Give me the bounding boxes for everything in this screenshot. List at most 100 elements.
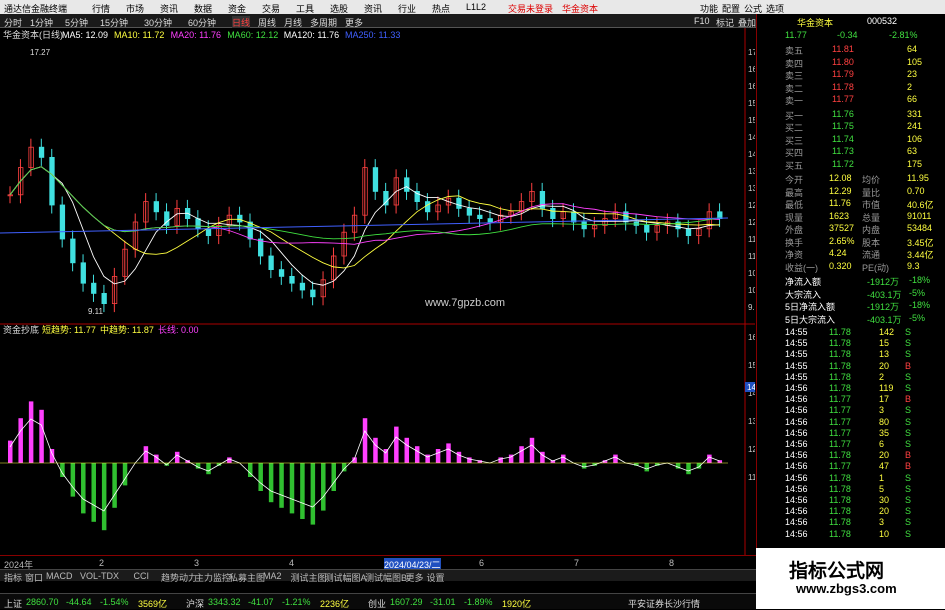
tick-side: S <box>905 383 912 393</box>
index-name[interactable]: 上证 <box>4 597 22 610</box>
sub-y-tick: 12.00 <box>748 445 755 454</box>
tick-row: 14:56 11.78 10 S <box>757 529 942 541</box>
candle-body <box>571 211 577 223</box>
flow-label: 净流入额 <box>785 277 822 287</box>
stat-value: 91011 <box>907 210 932 221</box>
stat-label: PE(动) <box>862 262 890 273</box>
level-label: 卖二 <box>785 83 804 94</box>
candle-body <box>268 255 274 271</box>
indicator-tab[interactable]: CCI <box>134 571 150 581</box>
stat-label: 均价 <box>862 175 881 185</box>
tick-volume: 13 <box>879 349 890 360</box>
hist-bar <box>206 463 211 475</box>
indicator-tab[interactable]: 窗口 <box>25 571 43 584</box>
indicator-tab[interactable]: 测试幅图B <box>365 571 407 584</box>
y-tick: 15.50 <box>748 99 755 108</box>
sub-y-tick: 15.00 <box>748 361 755 370</box>
tick-price: 11.77 <box>829 439 851 449</box>
stat-row: 外盘 37527 内盘 53484 <box>757 223 942 235</box>
flow-value: -403.1万 <box>867 289 902 300</box>
indicator-tab[interactable]: MACD <box>46 571 73 581</box>
tick-row: 14:56 11.78 20 B <box>757 450 942 462</box>
tick-side: S <box>905 439 912 449</box>
tick-time: 14:56 <box>785 472 808 483</box>
index-value: 3343.32 <box>208 597 241 607</box>
y-tick: 10.00 <box>748 286 755 295</box>
toolbar-right-button[interactable]: F10 <box>694 16 710 26</box>
candle-body <box>195 218 201 230</box>
indicator-tab[interactable]: 指标 <box>4 571 22 584</box>
indicator-tab[interactable]: 私募主图 <box>229 571 265 584</box>
title-bar: 通达信金融终端 交易未登录 华金资本 行情 市场 资讯 数据 资金 交易 工具 选股 资讯 行业热… <box>0 0 945 14</box>
flow-value: -1912万 <box>867 277 900 287</box>
tick-time: 14:55 <box>785 349 808 360</box>
indicator-tab[interactable]: 主力监控 <box>195 571 231 584</box>
watermark-title: 指标公式网 <box>789 561 885 582</box>
sub-label: 短趋势: 11.77 <box>42 324 96 335</box>
index-name[interactable]: 沪深 <box>186 597 204 610</box>
hist-bar <box>70 463 76 497</box>
tick-row: 14:55 11.78 15 S <box>757 338 942 350</box>
tick-volume: 80 <box>879 416 890 427</box>
hist-bar <box>383 449 389 463</box>
candle-body <box>685 228 692 237</box>
sub-y-tick: 16.00 <box>748 333 755 342</box>
watermark-url: www.zbgs3.com <box>796 581 897 596</box>
index-amount: 3569亿 <box>138 599 168 609</box>
hist-bar <box>91 463 96 522</box>
tick-time: 14:56 <box>785 461 808 472</box>
price-pct: -2.81% <box>889 30 918 40</box>
tick-side: S <box>905 405 912 416</box>
tick-time: 14:56 <box>785 495 808 505</box>
index-name[interactable]: 创业 <box>368 597 386 610</box>
last-price: 11.77 <box>785 30 807 40</box>
flow-row: 5日大宗流入 -403.1万 -5% <box>757 313 942 325</box>
tick-row: 14:55 11.78 142 S <box>757 327 942 339</box>
level-volume: 106 <box>907 133 923 144</box>
broker-name: 平安证券长沙行情 <box>628 599 701 609</box>
date-axis: 2024年 2 3 4 2024/04/23/二 6 7 8 <box>0 555 756 571</box>
stat-label: 最低 <box>785 200 804 210</box>
indicator-tab[interactable]: 趋势动力 <box>161 571 197 584</box>
level-label: 买五 <box>785 160 804 171</box>
candle-body <box>153 201 159 213</box>
flow-row: 大宗流入 -403.1万 -5% <box>757 288 942 300</box>
indicator-tab[interactable]: 测试幅图A <box>325 571 367 584</box>
index-change: -41.07 <box>248 597 274 607</box>
level-price: 11.73 <box>832 146 854 156</box>
indicator-tab[interactable]: 更多 <box>406 571 424 584</box>
y-tick: 16.00 <box>748 82 755 91</box>
sub-label: 长线: 0.00 <box>158 324 199 335</box>
indicator-tab[interactable]: 设置 <box>427 571 445 584</box>
tick-price: 11.78 <box>829 517 851 528</box>
candle-body <box>49 156 55 206</box>
candle-body <box>289 275 295 284</box>
indicator-tab[interactable]: VOL-TDX <box>80 571 119 581</box>
hist-bar <box>258 463 263 491</box>
tick-time: 14:55 <box>785 327 808 337</box>
hist-bar <box>446 443 451 463</box>
hist-bar <box>101 463 107 531</box>
stat-label: 股本 <box>862 237 881 248</box>
hist-bar <box>498 457 503 463</box>
level-volume: 331 <box>907 108 923 119</box>
candle-body <box>205 228 212 237</box>
index-pct: -1.21% <box>282 597 311 607</box>
tick-volume: 142 <box>879 327 895 337</box>
quote-panel: 华金资本 000532 11.77 -0.34 -2.81% 卖五 11.81 64 卖四 11.… <box>756 14 945 555</box>
y-tick: 11.00 <box>748 252 755 261</box>
level-volume: 64 <box>907 44 918 54</box>
kline-chart[interactable]: 华金资本(日线) MA5: 12.09 MA10: 11.72 MA20: 11.76… <box>0 28 755 555</box>
y-tick: 13.50 <box>748 167 755 176</box>
tick-time: 14:56 <box>785 427 808 438</box>
indicator-tab[interactable]: MA2 <box>263 571 282 581</box>
candle-body <box>372 167 379 192</box>
candle-body <box>456 197 462 209</box>
hist-bar <box>321 463 326 511</box>
menu-item[interactable]: L1L2 <box>466 2 486 12</box>
indicator-tab[interactable]: 测试主图 <box>291 571 327 584</box>
y-tick: 11.50 <box>748 235 755 244</box>
tick-row: 14:56 11.77 47 B <box>757 461 942 473</box>
tick-price: 11.77 <box>829 416 851 427</box>
flow-pct: -18% <box>909 275 931 285</box>
